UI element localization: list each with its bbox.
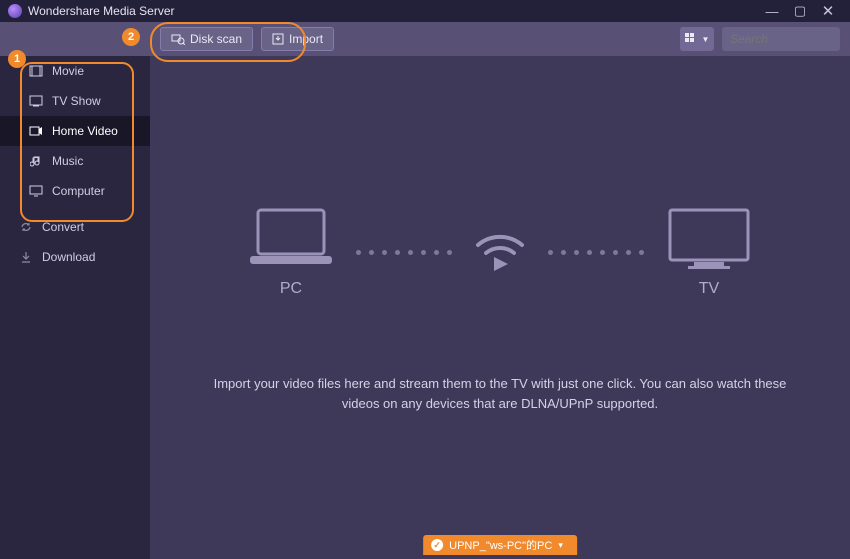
camera-icon: [28, 126, 44, 136]
check-icon: ✓: [431, 539, 443, 551]
chevron-down-icon: ▾: [558, 540, 563, 551]
description-text: Import your video files here and stream …: [150, 374, 850, 413]
titlebar: Wondershare Media Server ― ▢ ✕: [0, 0, 850, 22]
tv-graphic: TV: [664, 206, 754, 298]
disk-scan-button[interactable]: Disk scan: [160, 27, 253, 51]
sidebar-item-movie[interactable]: Movie: [0, 56, 150, 86]
status-text: UPNP_"ws-PC"的PC: [449, 537, 552, 553]
main-content: PC TV Import your video files here and s…: [150, 56, 850, 559]
sidebar-item-label: Music: [52, 154, 83, 168]
sidebar-item-label: Movie: [52, 64, 84, 78]
grid-icon: [685, 33, 699, 45]
view-mode-button[interactable]: ▼: [680, 27, 714, 51]
music-icon: [28, 155, 44, 167]
film-icon: [28, 65, 44, 77]
sidebar-item-label: Home Video: [52, 124, 118, 138]
toolbar: Disk scan Import ▼: [0, 22, 850, 56]
sidebar-item-label: Computer: [52, 184, 105, 198]
import-label: Import: [289, 32, 323, 46]
close-button[interactable]: ✕: [814, 2, 842, 20]
maximize-button[interactable]: ▢: [786, 3, 814, 19]
tv-icon: [664, 206, 754, 270]
import-icon: [272, 33, 289, 45]
wifi-play-icon: [472, 227, 528, 277]
sidebar-item-label: Convert: [42, 220, 84, 234]
search-input[interactable]: [730, 32, 850, 46]
sidebar-item-label: TV Show: [52, 94, 101, 108]
pc-graphic: PC: [246, 206, 336, 298]
tv-label: TV: [699, 280, 719, 298]
monitor-icon: [28, 185, 44, 197]
search-field[interactable]: [722, 27, 840, 51]
sidebar-item-label: Download: [42, 250, 95, 264]
laptop-icon: [246, 206, 336, 270]
sidebar-item-convert[interactable]: Convert: [0, 212, 150, 242]
disk-scan-label: Disk scan: [190, 32, 242, 46]
sidebar-item-homevideo[interactable]: Home Video: [0, 116, 150, 146]
chevron-down-icon: ▼: [702, 35, 710, 44]
sidebar-item-tvshow[interactable]: TV Show: [0, 86, 150, 116]
sidebar: PC Library Movie TV Show Home Video Musi…: [0, 22, 150, 559]
minimize-button[interactable]: ―: [758, 4, 786, 19]
sidebar-item-music[interactable]: Music: [0, 146, 150, 176]
scan-icon: [171, 33, 190, 45]
app-logo: [8, 4, 22, 18]
sidebar-item-computer[interactable]: Computer: [0, 176, 150, 206]
sidebar-item-download[interactable]: Download: [0, 242, 150, 272]
upnp-status-button[interactable]: ✓ UPNP_"ws-PC"的PC ▾: [423, 535, 577, 555]
refresh-icon: [18, 220, 34, 234]
illustration: PC TV: [246, 206, 754, 298]
dots-right: [548, 250, 644, 255]
download-icon: [18, 250, 34, 264]
status-bar: ✓ UPNP_"ws-PC"的PC ▾: [423, 535, 577, 555]
import-button[interactable]: Import: [261, 27, 334, 51]
dots-left: [356, 250, 452, 255]
tv-icon: [28, 95, 44, 107]
app-title: Wondershare Media Server: [28, 4, 758, 18]
pc-label: PC: [280, 280, 302, 298]
